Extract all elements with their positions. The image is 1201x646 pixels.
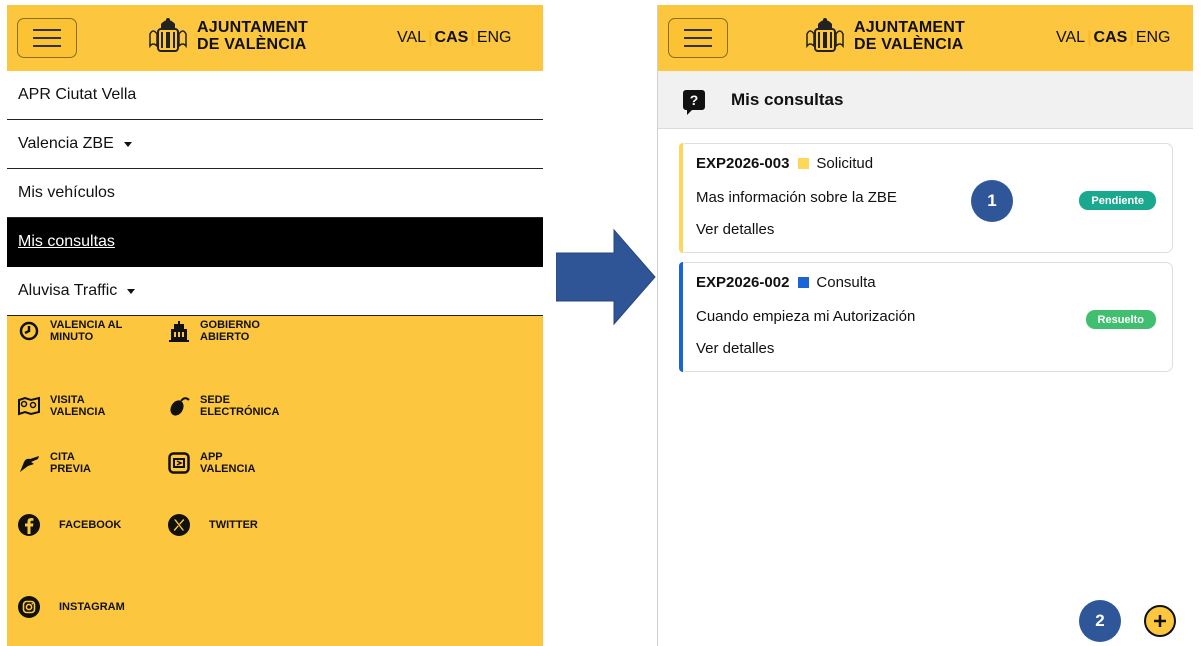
link-label: ABIERTO xyxy=(200,331,250,343)
lang-separator: | xyxy=(1129,29,1134,46)
x-twitter-icon xyxy=(167,513,191,537)
nav-item-mis-consultas[interactable]: Mis consultas xyxy=(7,218,543,267)
brand-line-1: AJUNTAMENT xyxy=(854,19,966,36)
status-badge: Pendiente xyxy=(1079,191,1156,210)
nav-item-apr-ciutat-vella[interactable]: APR Ciutat Vella xyxy=(7,71,543,120)
link-label: TWITTER xyxy=(209,519,258,531)
nav-label: Aluvisa Traffic xyxy=(18,282,118,299)
caret-down-icon xyxy=(127,288,136,294)
map-icon xyxy=(17,394,41,418)
city-logo[interactable]: AJUNTAMENT DE VALÈNCIA xyxy=(147,14,308,58)
card-code: EXP2026-003 xyxy=(696,154,790,172)
caret-down-icon xyxy=(123,141,132,147)
page-title: Mis consultas xyxy=(731,89,844,109)
mouse-icon xyxy=(167,394,191,418)
link-label: VALENCIA AL xyxy=(50,319,123,331)
link-cita-previa[interactable]: CITA PREVIA xyxy=(17,451,91,475)
card-details-link[interactable]: Ver detalles xyxy=(696,340,1172,357)
nav-item-aluvisa-traffic[interactable]: Aluvisa Traffic xyxy=(7,267,543,316)
link-twitter[interactable]: TWITTER xyxy=(167,513,258,537)
card-accent-bar xyxy=(679,143,683,253)
nav-label: Valencia ZBE xyxy=(18,135,114,152)
brand-line-2: DE VALÈNCIA xyxy=(197,36,307,53)
consulta-card[interactable]: EXP2026-003 Solicitud Mas información so… xyxy=(679,143,1173,253)
nav-menu: APR Ciutat Vella Valencia ZBE Mis vehícu… xyxy=(7,71,543,316)
clock-icon xyxy=(17,319,41,343)
type-square-icon xyxy=(798,157,810,169)
link-label: INSTAGRAM xyxy=(59,601,125,613)
left-panel-menu-open: AJUNTAMENT DE VALÈNCIA VAL | CAS | ENG APR C… xyxy=(7,5,543,646)
add-consulta-button[interactable] xyxy=(1144,605,1176,637)
lang-cas[interactable]: CAS xyxy=(435,29,469,46)
nav-item-valencia-zbe[interactable]: Valencia ZBE xyxy=(7,120,543,169)
hand-icon xyxy=(17,451,41,475)
top-bar: AJUNTAMENT DE VALÈNCIA VAL | CAS | ENG xyxy=(658,5,1193,71)
lang-val[interactable]: VAL xyxy=(1056,29,1085,46)
card-details-link[interactable]: Ver detalles xyxy=(696,221,1172,238)
right-panel-consultas: AJUNTAMENT DE VALÈNCIA VAL | CAS | ENG ? Mis… xyxy=(657,5,1193,646)
type-square-icon xyxy=(798,276,810,288)
card-code: EXP2026-002 xyxy=(696,273,790,291)
link-visita-valencia[interactable]: VISITA VALENCIA xyxy=(17,394,105,418)
language-switcher: VAL | CAS | ENG xyxy=(397,29,511,47)
lang-separator: | xyxy=(470,29,475,46)
link-label: VISITA xyxy=(50,394,85,406)
link-label: PREVIA xyxy=(50,463,91,475)
right-arrow-icon xyxy=(556,228,656,326)
link-label: VALENCIA xyxy=(50,406,106,418)
link-label: MINUTO xyxy=(50,331,94,343)
link-label: CITA xyxy=(50,451,75,463)
brand-line-1: AJUNTAMENT xyxy=(197,19,309,36)
callout-2-label: 2 xyxy=(1095,611,1105,630)
callout-1: 1 xyxy=(971,180,1013,222)
instagram-icon xyxy=(17,595,41,619)
nav-label: Mis consultas xyxy=(18,233,115,250)
building-icon xyxy=(167,319,191,343)
nav-item-mis-vehiculos[interactable]: Mis vehículos xyxy=(7,169,543,218)
link-gobierno-abierto[interactable]: GOBIERNO ABIERTO xyxy=(167,319,260,343)
nav-label: APR Ciutat Vella xyxy=(18,86,137,103)
question-bubble-icon: ? xyxy=(683,89,705,115)
link-label: ELECTRÓNICA xyxy=(200,406,280,418)
callout-2: 2 xyxy=(1079,600,1121,642)
hamburger-menu-button[interactable] xyxy=(17,18,77,58)
top-bar: AJUNTAMENT DE VALÈNCIA VAL | CAS | ENG xyxy=(7,5,543,71)
status-badge: Resuelto xyxy=(1085,310,1156,329)
hamburger-menu-button[interactable] xyxy=(668,18,728,58)
lang-val[interactable]: VAL xyxy=(397,29,426,46)
link-label: GOBIERNO xyxy=(200,319,260,331)
city-logo[interactable]: AJUNTAMENT DE VALÈNCIA xyxy=(804,14,965,58)
link-label: APP xyxy=(200,451,223,463)
language-switcher: VAL | CAS | ENG xyxy=(1056,29,1170,47)
app-icon xyxy=(167,451,191,475)
link-label: SEDE xyxy=(200,394,230,406)
card-type: Consulta xyxy=(816,273,876,291)
lang-eng[interactable]: ENG xyxy=(477,29,512,46)
lang-separator: | xyxy=(1087,29,1092,46)
card-accent-bar xyxy=(679,262,683,372)
lang-cas[interactable]: CAS xyxy=(1094,29,1128,46)
consulta-card[interactable]: EXP2026-002 Consulta Cuando empieza mi A… xyxy=(679,262,1173,372)
crest-icon xyxy=(806,18,844,52)
link-instagram[interactable]: INSTAGRAM xyxy=(17,595,125,619)
section-header: ? Mis consultas xyxy=(658,71,1193,129)
card-type: Solicitud xyxy=(816,154,874,172)
lang-separator: | xyxy=(428,29,433,46)
facebook-icon xyxy=(17,513,41,537)
link-sede-electronica[interactable]: SEDE ELECTRÓNICA xyxy=(167,394,279,418)
crest-icon xyxy=(149,18,187,52)
link-label: FACEBOOK xyxy=(59,519,122,531)
plus-icon xyxy=(1154,615,1166,627)
lang-eng[interactable]: ENG xyxy=(1136,29,1171,46)
brand-line-2: DE VALÈNCIA xyxy=(854,36,964,53)
link-valencia-al-minuto[interactable]: VALENCIA AL MINUTO xyxy=(17,319,122,343)
nav-label: Mis vehículos xyxy=(18,184,115,201)
link-app-valencia[interactable]: APP VALENCIA xyxy=(167,451,255,475)
link-facebook[interactable]: FACEBOOK xyxy=(17,513,121,537)
stage: AJUNTAMENT DE VALÈNCIA VAL | CAS | ENG APR C… xyxy=(0,0,1201,646)
link-label: VALENCIA xyxy=(200,463,256,475)
